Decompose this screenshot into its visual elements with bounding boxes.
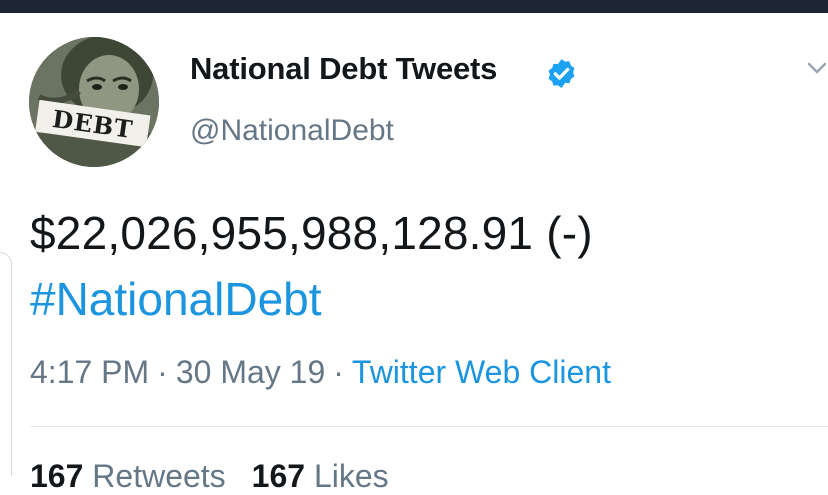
verified-badge-icon	[548, 59, 575, 88]
divider	[30, 426, 828, 427]
tweet-time[interactable]: 4:17 PM	[30, 354, 149, 390]
engagement-stats: 167 Retweets 167 Likes	[30, 458, 389, 495]
retweets-count: 167	[30, 458, 84, 494]
background-panel-edge	[0, 252, 12, 476]
retweets-stat[interactable]: 167 Retweets	[30, 458, 226, 494]
avatar[interactable]: DEBT	[29, 37, 159, 167]
retweets-label: Retweets	[92, 458, 226, 494]
likes-stat[interactable]: 167 Likes	[252, 458, 389, 494]
likes-count: 167	[251, 458, 306, 494]
user-handle[interactable]: @NationalDebt	[190, 114, 394, 148]
meta-separator: ·	[157, 354, 168, 390]
tweet-metadata: 4:17 PM · 30 May 19 · Twitter Web Client	[30, 354, 611, 391]
tweet-date[interactable]: 30 May 19	[176, 354, 325, 390]
likes-label: Likes	[313, 458, 389, 494]
meta-separator: ·	[333, 354, 344, 390]
window-top-bar	[0, 0, 828, 13]
tweet-text: $22,026,955,988,128.91 (-)	[30, 207, 593, 259]
client-link[interactable]: Twitter Web Client	[352, 354, 611, 390]
display-name[interactable]: National Debt Tweets	[190, 51, 497, 87]
hashtag-link[interactable]: #NationalDebt	[30, 272, 322, 326]
chevron-down-icon[interactable]	[806, 58, 828, 80]
